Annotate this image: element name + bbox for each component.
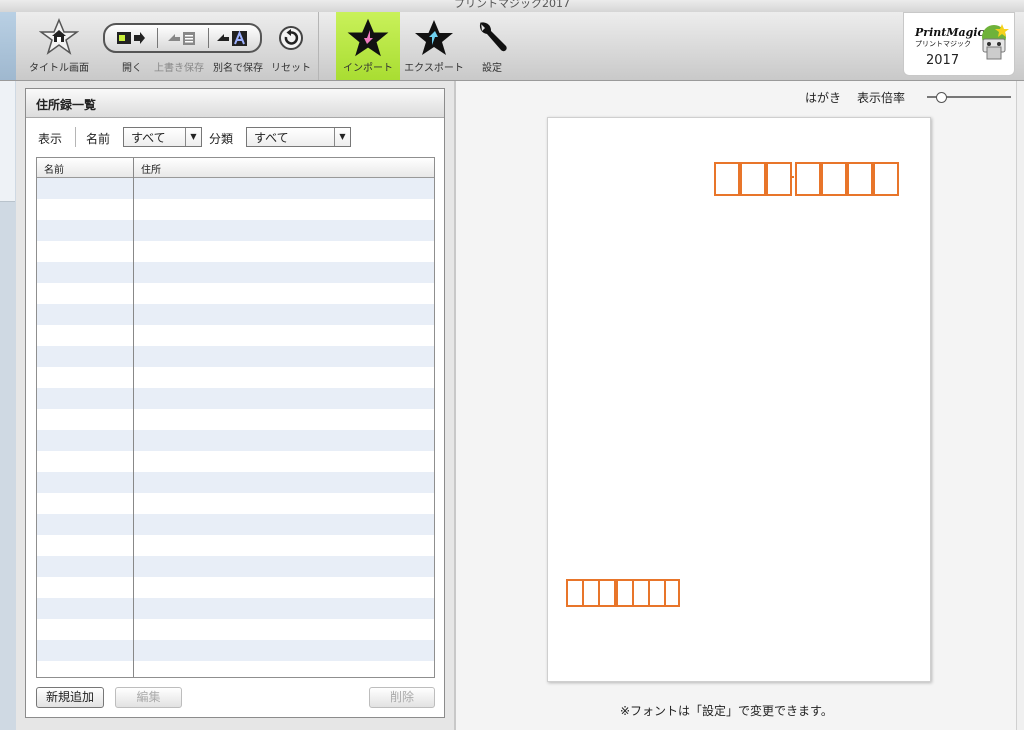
app-logo: PrintMagic プリントマジック 2017 — [903, 12, 1015, 76]
address-list-panel: 住所録一覧 表示 名前 すべて ▼ 分類 すべて ▼ 名前 住所 新規追加 編集… — [25, 88, 445, 718]
import-star-icon — [347, 18, 389, 57]
table-row[interactable] — [37, 661, 434, 677]
card-type-label: はがき — [805, 91, 842, 105]
chevron-down-icon: ▼ — [185, 128, 201, 146]
postal-code-hyphen — [790, 176, 794, 178]
export-button[interactable]: エクスポート — [402, 12, 466, 80]
import-button[interactable]: インポート — [336, 12, 400, 80]
address-table-header: 名前 住所 — [37, 158, 434, 178]
category-filter-label: 分類 — [209, 132, 234, 146]
table-row[interactable] — [37, 178, 434, 199]
delete-button[interactable]: 削除 — [369, 687, 435, 708]
wrench-icon — [479, 22, 507, 52]
table-row[interactable] — [37, 577, 434, 598]
column-header-address[interactable]: 住所 — [141, 161, 161, 176]
table-row[interactable] — [37, 514, 434, 535]
filter-divider — [75, 127, 76, 147]
column-divider — [133, 158, 134, 677]
printer-mascot-icon — [982, 24, 1009, 60]
title-screen-button[interactable]: タイトル画面 — [26, 12, 92, 80]
postcard-preview[interactable] — [547, 117, 931, 682]
table-row[interactable] — [37, 199, 434, 220]
settings-button[interactable]: 設定 — [470, 12, 514, 80]
table-row[interactable] — [37, 640, 434, 661]
table-row[interactable] — [37, 346, 434, 367]
window-title: プリントマジック2017 — [454, 0, 570, 10]
reset-label: リセット — [271, 63, 311, 74]
save-as-button[interactable]: 別名で保存 — [210, 12, 266, 80]
table-row[interactable] — [37, 409, 434, 430]
address-panel-title: 住所録一覧 — [36, 98, 97, 112]
table-row[interactable] — [37, 430, 434, 451]
postal-code-box — [873, 162, 899, 196]
window-titlebar: プリントマジック2017 — [0, 0, 1024, 12]
table-row[interactable] — [37, 493, 434, 514]
sender-postal-box — [598, 579, 616, 607]
postal-code-box — [766, 162, 792, 196]
home-star-icon — [39, 18, 79, 55]
address-table[interactable]: 名前 住所 — [36, 157, 435, 678]
category-filter-value: すべて — [254, 131, 289, 145]
name-filter-label: 名前 — [86, 132, 111, 146]
zoom-label: 表示倍率 — [857, 91, 906, 105]
table-row[interactable] — [37, 598, 434, 619]
logo-title: PrintMagic — [915, 26, 985, 39]
settings-label: 設定 — [482, 63, 502, 74]
column-header-name[interactable]: 名前 — [44, 161, 64, 176]
preview-scrollbar[interactable] — [1016, 81, 1024, 730]
add-new-button[interactable]: 新規追加 — [36, 687, 104, 708]
table-row[interactable] — [37, 388, 434, 409]
reset-button[interactable]: リセット — [271, 12, 311, 80]
address-panel-header: 住所録一覧 — [26, 89, 444, 118]
table-row[interactable] — [37, 619, 434, 640]
category-filter-select[interactable]: すべて ▼ — [246, 127, 351, 147]
postal-code-box — [714, 162, 740, 196]
left-edge-strip — [0, 81, 16, 730]
postal-code-box — [795, 162, 821, 196]
table-row[interactable] — [37, 535, 434, 556]
display-label: 表示 — [38, 132, 63, 146]
name-filter-value: すべて — [131, 131, 166, 145]
reset-icon — [279, 26, 303, 50]
table-row[interactable] — [37, 283, 434, 304]
logo-subtitle: プリントマジック — [915, 40, 971, 48]
postal-code-box — [847, 162, 873, 196]
font-settings-note: ※フォントは「設定」で変更できます。 — [620, 704, 833, 718]
overwrite-save-button[interactable]: 上書き保存 — [152, 12, 206, 80]
table-row[interactable] — [37, 220, 434, 241]
edit-button[interactable]: 編集 — [115, 687, 182, 708]
table-row[interactable] — [37, 304, 434, 325]
toolbar-left-edge — [0, 12, 16, 80]
name-filter-select[interactable]: すべて ▼ — [123, 127, 202, 147]
table-row[interactable] — [37, 367, 434, 388]
zoom-slider-knob[interactable] — [936, 92, 947, 103]
logo-year: 2017 — [926, 53, 960, 68]
table-row[interactable] — [37, 262, 434, 283]
table-row[interactable] — [37, 472, 434, 493]
table-row[interactable] — [37, 451, 434, 472]
table-row[interactable] — [37, 241, 434, 262]
title-screen-label: タイトル画面 — [29, 63, 89, 74]
chevron-down-icon: ▼ — [334, 128, 350, 146]
table-row[interactable] — [37, 556, 434, 577]
table-row[interactable] — [37, 325, 434, 346]
sender-postal-box — [664, 579, 680, 607]
toolbar: タイトル画面 開く 上書き保存 別名で保存 リセット インポート エクスポート … — [0, 12, 1024, 81]
export-star-icon — [415, 20, 453, 55]
postal-code-box — [821, 162, 847, 196]
postal-code-box — [740, 162, 766, 196]
toolbar-divider — [318, 12, 319, 80]
